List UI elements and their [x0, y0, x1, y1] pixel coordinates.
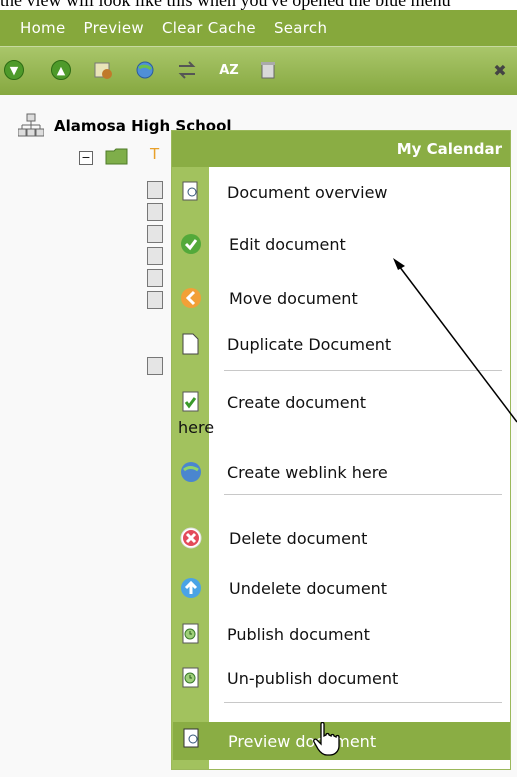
- annotation-arrow: [393, 258, 517, 423]
